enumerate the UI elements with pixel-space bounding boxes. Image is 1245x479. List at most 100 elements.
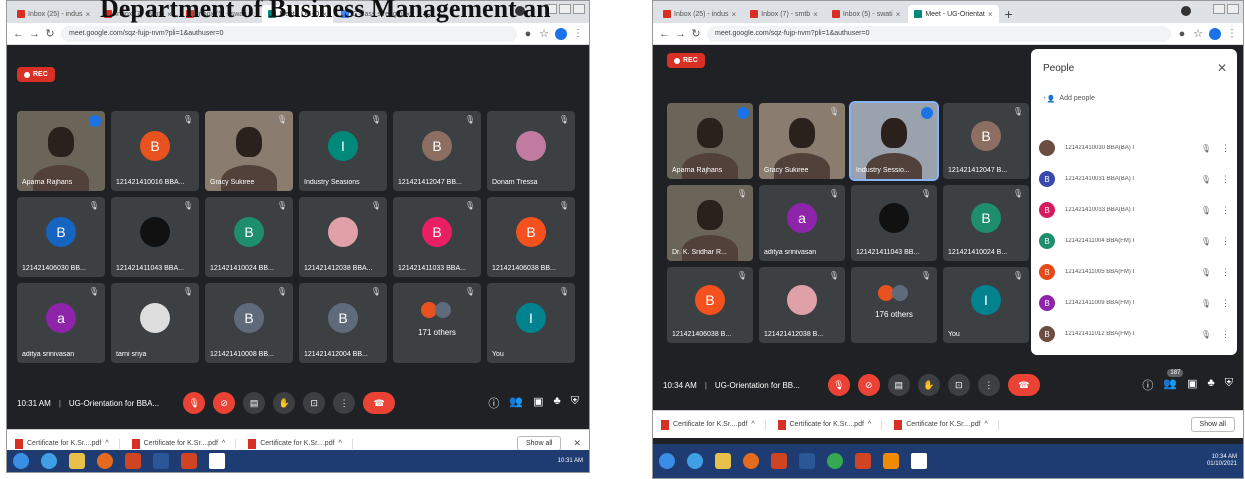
participant-tile[interactable]: 176 others 🎙 bbox=[851, 267, 937, 343]
participant-row[interactable]: B 121421411009 BBA(FM) I 🎙 ⋮ bbox=[1039, 288, 1230, 318]
maximize-button[interactable] bbox=[559, 4, 571, 14]
start-icon[interactable] bbox=[659, 453, 675, 469]
chevron-up-icon[interactable]: ^ bbox=[105, 440, 108, 447]
participant-tile[interactable]: B 🎙 121421412047 B... bbox=[943, 103, 1029, 179]
raise-hand-button[interactable]: ✋ bbox=[273, 392, 296, 414]
participant-tile[interactable]: B 🎙 121421410016 BBA... bbox=[111, 111, 199, 191]
new-tab-button[interactable]: + bbox=[1005, 5, 1013, 23]
ie-icon[interactable] bbox=[687, 453, 703, 469]
browser-tab[interactable]: Inbox (7) - smtb × bbox=[744, 5, 824, 23]
close-icon[interactable]: ✕ bbox=[573, 438, 581, 449]
start-icon[interactable] bbox=[13, 453, 29, 469]
app-icon[interactable] bbox=[771, 453, 787, 469]
bookmark-star-icon[interactable]: ☆ bbox=[1193, 27, 1203, 40]
forward-icon[interactable]: → bbox=[675, 28, 686, 40]
chevron-up-icon[interactable]: ^ bbox=[868, 421, 871, 428]
chevron-up-icon[interactable]: ^ bbox=[339, 440, 342, 447]
chevron-up-icon[interactable]: ^ bbox=[985, 421, 988, 428]
more-options-icon[interactable]: ⋮ bbox=[1221, 329, 1230, 340]
download-item[interactable]: Certificate for K.Sr....pdf ^ bbox=[131, 438, 237, 449]
participant-tile[interactable]: B 🎙 121421406038 BB... bbox=[487, 197, 575, 277]
participant-tile[interactable]: B 🎙 121421411033 BBA... bbox=[393, 197, 481, 277]
chat-icon[interactable]: ▣ bbox=[533, 395, 543, 411]
participant-tile[interactable]: B 🎙 121421410008 BB... bbox=[205, 283, 293, 363]
google-icon[interactable] bbox=[209, 453, 225, 469]
folder-icon[interactable] bbox=[69, 453, 85, 469]
more-options-icon[interactable]: ⋮ bbox=[1221, 174, 1230, 185]
more-options-icon[interactable]: ⋮ bbox=[1221, 298, 1230, 309]
download-item[interactable]: Certificate for K.Sr....pdf ^ bbox=[15, 438, 120, 449]
back-icon[interactable]: ← bbox=[659, 28, 670, 40]
download-item[interactable]: Certificate for K.Sr....pdf ^ bbox=[894, 419, 999, 430]
more-options-icon[interactable]: ⋮ bbox=[1221, 236, 1230, 247]
leave-call-button[interactable]: ☎ bbox=[363, 392, 396, 414]
host-controls-icon[interactable]: ⛨ bbox=[571, 395, 579, 411]
participant-tile[interactable]: B 🎙 121421412047 BB... bbox=[393, 111, 481, 191]
participant-tile[interactable]: B 🎙 121421406030 BB... bbox=[17, 197, 105, 277]
browser-tab[interactable]: Inbox (5) - swati × bbox=[825, 5, 907, 23]
browser-menu-icon[interactable]: ⋮ bbox=[1227, 28, 1237, 39]
participant-tile[interactable]: Industry Sessio... bbox=[849, 101, 939, 181]
participant-tile[interactable]: 🎙 Gracy Sukiree bbox=[205, 111, 293, 191]
participant-tile[interactable]: a 🎙 aditya srinivasan bbox=[17, 283, 105, 363]
more-options-icon[interactable]: ⋮ bbox=[1221, 267, 1230, 278]
show-all-button[interactable]: Show all bbox=[516, 436, 562, 451]
participant-row[interactable]: B 121421410033 BBA(BA) I 🎙 ⋮ bbox=[1039, 195, 1230, 225]
close-icon[interactable]: × bbox=[85, 10, 90, 19]
activities-icon[interactable]: ♣ bbox=[1208, 377, 1215, 393]
people-icon[interactable]: 👥 187 bbox=[1163, 369, 1184, 393]
bookmark-star-icon[interactable]: ☆ bbox=[539, 27, 549, 40]
participant-tile[interactable]: 🎙 121421412038 B... bbox=[759, 267, 845, 343]
close-icon[interactable]: × bbox=[731, 10, 736, 19]
participant-row[interactable]: B 121421410031 BBA(BA) I 🎙 ⋮ bbox=[1039, 164, 1230, 194]
participant-tile[interactable]: Aparna Rajhans bbox=[667, 103, 753, 179]
word-icon[interactable] bbox=[799, 453, 815, 469]
more-options-icon[interactable]: ⋮ bbox=[1221, 143, 1230, 154]
download-item[interactable]: Certificate for K.Sr....pdf ^ bbox=[777, 419, 883, 430]
participant-tile[interactable]: I 🎙 You bbox=[943, 267, 1029, 343]
participant-row[interactable]: 121421410030 BBA(BA) I 🎙 ⋮ bbox=[1039, 133, 1230, 163]
present-button[interactable]: ⊡ bbox=[947, 374, 970, 396]
chevron-up-icon[interactable]: ^ bbox=[751, 421, 754, 428]
activities-icon[interactable]: ♣ bbox=[554, 395, 561, 411]
chat-icon[interactable]: ▣ bbox=[1187, 377, 1197, 393]
close-icon[interactable]: × bbox=[813, 10, 818, 19]
captions-button[interactable]: ▤ bbox=[887, 374, 910, 396]
maximize-button[interactable] bbox=[1227, 4, 1239, 14]
participant-row[interactable]: B 121421411005 BBA(FM) I 🎙 ⋮ bbox=[1039, 257, 1230, 287]
firefox-icon[interactable] bbox=[743, 453, 759, 469]
participant-tile[interactable]: B 🎙 121421412004 BB... bbox=[299, 283, 387, 363]
back-icon[interactable]: ← bbox=[13, 28, 24, 40]
show-all-button[interactable]: Show all bbox=[1190, 417, 1235, 432]
firefox-icon[interactable] bbox=[97, 453, 113, 469]
close-icon[interactable]: × bbox=[988, 10, 993, 19]
participant-tile[interactable]: B 🎙 121421410024 BB... bbox=[205, 197, 293, 277]
powerpoint-icon[interactable] bbox=[181, 453, 197, 469]
participant-tile[interactable]: 🎙 Gracy Sukiree bbox=[759, 103, 845, 179]
host-controls-icon[interactable]: ⛨ bbox=[1225, 377, 1233, 393]
app-icon[interactable] bbox=[125, 453, 141, 469]
minimize-button[interactable] bbox=[1213, 4, 1225, 14]
add-people-button[interactable]: ⁺👤 Add people bbox=[1043, 95, 1095, 103]
participant-row[interactable]: B 121421411012 BBA(FM) I 🎙 ⋮ bbox=[1039, 319, 1230, 349]
browser-menu-icon[interactable]: ⋮ bbox=[573, 28, 583, 39]
vlc-icon[interactable] bbox=[883, 453, 899, 469]
chevron-up-icon[interactable]: ^ bbox=[222, 440, 225, 447]
present-button[interactable]: ⊡ bbox=[303, 392, 326, 414]
google-icon[interactable] bbox=[911, 453, 927, 469]
more-options-button[interactable]: ⋮ bbox=[977, 374, 1000, 396]
participant-tile[interactable]: 171 others 🎙 bbox=[393, 283, 481, 363]
participant-tile[interactable]: B 🎙 121421410024 B... bbox=[943, 185, 1029, 261]
participant-tile[interactable]: B 🎙 121421406038 B... bbox=[667, 267, 753, 343]
download-item[interactable]: Certificate for K.Sr....pdf ^ bbox=[248, 438, 353, 449]
more-options-button[interactable]: ⋮ bbox=[333, 392, 356, 414]
participant-row[interactable]: B 121421411004 BBA(FM) I 🎙 ⋮ bbox=[1039, 226, 1230, 256]
participant-tile[interactable]: I 🎙 You bbox=[487, 283, 575, 363]
chrome-icon[interactable] bbox=[827, 453, 843, 469]
mic-off-button[interactable]: 🎙 bbox=[183, 392, 206, 414]
participant-tile[interactable]: a 🎙 aditya srinivasan bbox=[759, 185, 845, 261]
participant-tile[interactable]: 🎙 121421411043 BB... bbox=[851, 185, 937, 261]
profile-avatar[interactable] bbox=[555, 27, 567, 40]
close-icon[interactable]: ✕ bbox=[1217, 61, 1227, 75]
browser-tab-active[interactable]: Meet - UG-Orientat × bbox=[908, 5, 999, 23]
